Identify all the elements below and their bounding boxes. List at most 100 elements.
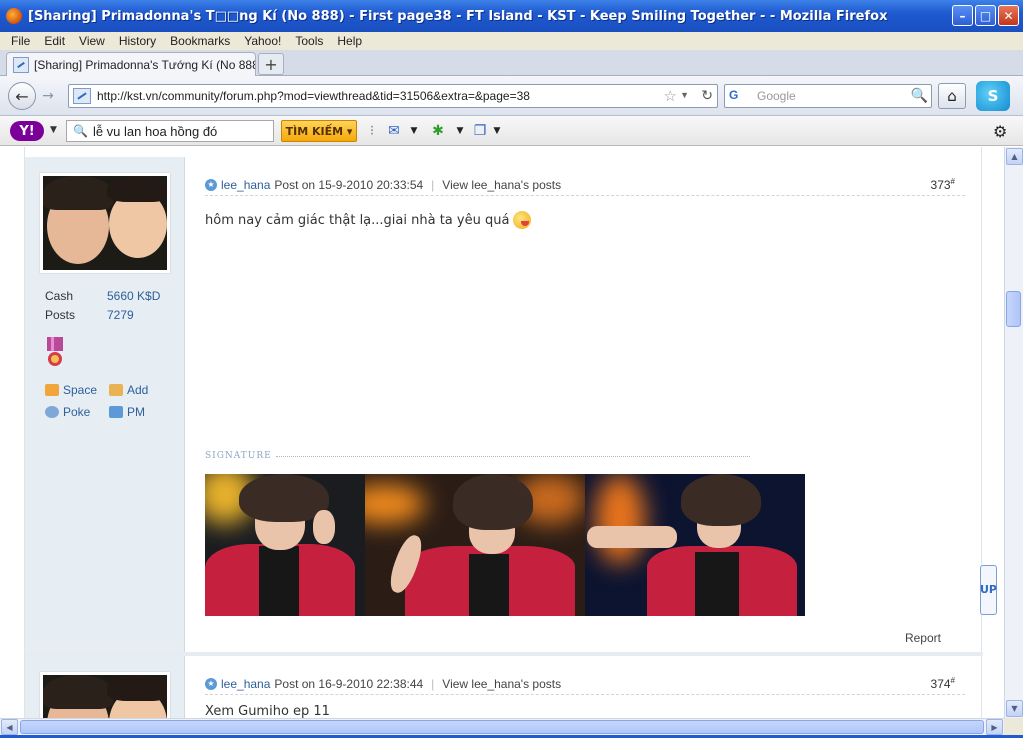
post-header: ★ lee_hana Post on 15-9-2010 20:33:54 | … <box>205 174 965 196</box>
menu-bookmarks[interactable]: Bookmarks <box>163 34 237 48</box>
post-author-link[interactable]: lee_hana <box>221 178 270 192</box>
vertical-scroll-thumb[interactable] <box>1006 291 1021 327</box>
page-viewport: Cash 5660 K$D Posts 7279 Space Add Poke <box>0 147 1004 718</box>
signature-label: SIGNATURE <box>205 451 750 461</box>
author-sidebar: Cash 5660 K$D Posts 7279 Space Add Poke <box>25 157 185 654</box>
menu-edit[interactable]: Edit <box>37 34 72 48</box>
mail-icon[interactable]: ✉ <box>384 122 404 140</box>
google-engine-icon[interactable]: G <box>729 88 747 104</box>
posts-value[interactable]: 7279 <box>107 308 134 327</box>
post-message-text: hôm nay cảm giác thật lạ...giai nhà ta y… <box>205 212 510 228</box>
back-button[interactable]: ← <box>8 82 36 110</box>
menu-help[interactable]: Help <box>330 34 369 48</box>
widgets-dropdown-icon[interactable]: ▼ <box>450 122 470 140</box>
title-bar: [Sharing] Primadonna's T□□ng Kí (No 888)… <box>0 0 1023 32</box>
site-favicon-icon <box>13 56 29 73</box>
scrollbar-corner <box>1004 718 1023 735</box>
skype-button[interactable]: S <box>976 81 1010 111</box>
post-author-link[interactable]: lee_hana <box>221 677 270 691</box>
vertical-scrollbar[interactable]: ▲ ▼ <box>1004 147 1023 718</box>
scroll-right-arrow-icon[interactable]: ▶ <box>986 719 1003 735</box>
poke-icon <box>45 406 59 418</box>
menu-tools[interactable]: Tools <box>288 34 330 48</box>
yahoo-search-query[interactable]: lễ vu lan hoa hồng đó <box>93 124 217 139</box>
home-button[interactable]: ⌂ <box>938 83 966 109</box>
signature-frame-3 <box>585 474 805 616</box>
widgets-icon[interactable]: ✱ <box>428 122 448 140</box>
stage-light <box>365 484 425 524</box>
url-text[interactable]: http://kst.vn/community/forum.php?mod=vi… <box>97 89 530 103</box>
pm-link[interactable]: PM <box>109 405 173 419</box>
post-body: ★ lee_hana Post on 16-9-2010 22:38:44 | … <box>205 656 965 718</box>
poke-label[interactable]: Poke <box>63 405 90 419</box>
forum-post: ★ lee_hana Post on 16-9-2010 22:38:44 | … <box>25 652 983 718</box>
history-dropdown-icon[interactable]: ▼ <box>680 90 689 100</box>
search-bar[interactable]: G Google 🔍 <box>724 84 932 108</box>
settings-gear-icon[interactable]: ⚙ <box>993 122 1007 141</box>
search-placeholder[interactable]: Google <box>757 89 796 103</box>
new-tab-button[interactable]: + <box>258 53 284 75</box>
online-status-icon: ★ <box>205 178 217 191</box>
view-author-posts-link[interactable]: View lee_hana's posts <box>442 178 561 192</box>
scroll-down-arrow-icon[interactable]: ▼ <box>1006 700 1023 717</box>
author-stats: Cash 5660 K$D Posts 7279 <box>45 289 160 327</box>
yahoo-logo[interactable]: Y! <box>10 121 44 141</box>
horizontal-scrollbar[interactable]: ◀ ▶ <box>0 718 1004 735</box>
menu-yahoo[interactable]: Yahoo! <box>237 34 288 48</box>
forward-button[interactable]: → <box>38 86 58 106</box>
site-identity-icon[interactable] <box>73 88 91 104</box>
report-link[interactable]: Report <box>905 631 941 645</box>
header-divider: | <box>431 676 435 691</box>
avatar-hair-right <box>107 675 167 701</box>
avatar-hair-left <box>43 675 113 709</box>
post-message-text: Xem Gumiho ep 11 <box>205 704 330 718</box>
floor-hash: # <box>950 676 955 685</box>
cash-label: Cash <box>45 289 74 303</box>
home-icon <box>45 384 59 396</box>
avatar[interactable] <box>40 672 170 718</box>
minimize-button[interactable]: – <box>952 5 973 26</box>
maximize-button[interactable]: □ <box>975 5 996 26</box>
floor-number[interactable]: 373 <box>931 178 951 192</box>
scroll-up-arrow-icon[interactable]: ▲ <box>1006 148 1023 165</box>
mail-dropdown-icon[interactable]: ▼ <box>404 122 424 140</box>
signature-image[interactable] <box>205 474 805 616</box>
pm-label[interactable]: PM <box>127 405 145 419</box>
forum-post: Cash 5660 K$D Posts 7279 Space Add Poke <box>25 157 983 654</box>
space-link[interactable]: Space <box>45 383 109 397</box>
envelope-icon <box>109 406 123 418</box>
horizontal-scroll-thumb[interactable] <box>20 720 984 734</box>
pages-dropdown-icon[interactable]: ▼ <box>487 122 507 140</box>
avatar[interactable] <box>40 173 170 273</box>
view-author-posts-link[interactable]: View lee_hana's posts <box>442 677 561 691</box>
cash-value: 5660 K$D <box>107 289 161 303</box>
signature-frame-1 <box>205 474 365 616</box>
bookmark-star-icon[interactable]: ☆ <box>664 87 677 105</box>
scroll-left-arrow-icon[interactable]: ◀ <box>1 719 18 735</box>
yahoo-search-button[interactable]: TÌM KIẾM ▾ <box>281 120 357 142</box>
poke-link[interactable]: Poke <box>45 405 109 419</box>
signature-frame-2 <box>365 474 585 616</box>
menu-bar: File Edit View History Bookmarks Yahoo! … <box>0 32 1023 50</box>
add-friend-link[interactable]: Add <box>109 383 173 397</box>
post-header: ★ lee_hana Post on 16-9-2010 22:38:44 | … <box>205 673 965 695</box>
floor-number[interactable]: 374 <box>931 677 951 691</box>
menu-view[interactable]: View <box>72 34 112 48</box>
avatar-hair-right <box>107 176 167 202</box>
menu-file[interactable]: File <box>4 34 37 48</box>
add-label[interactable]: Add <box>127 383 148 397</box>
post-floor-number[interactable]: 373# <box>931 177 955 192</box>
up-label[interactable]: UP <box>980 584 997 596</box>
yahoo-search-input[interactable]: 🔍 lễ vu lan hoa hồng đó <box>66 120 274 142</box>
reload-icon[interactable]: ↻ <box>701 87 713 104</box>
url-bar[interactable]: http://kst.vn/community/forum.php?mod=vi… <box>68 84 718 108</box>
close-button[interactable]: ✕ <box>998 5 1019 26</box>
yahoo-dropdown-icon[interactable]: ▼ <box>50 125 57 135</box>
scroll-up-button[interactable]: UP <box>980 565 997 615</box>
handshake-icon <box>109 384 123 396</box>
search-icon[interactable]: 🔍 <box>911 87 928 104</box>
space-label[interactable]: Space <box>63 383 97 397</box>
post-floor-number[interactable]: 374# <box>931 676 955 691</box>
tab-active[interactable]: [Sharing] Primadonna's Tướng Kí (No 888)… <box>6 52 256 76</box>
menu-history[interactable]: History <box>112 34 163 48</box>
